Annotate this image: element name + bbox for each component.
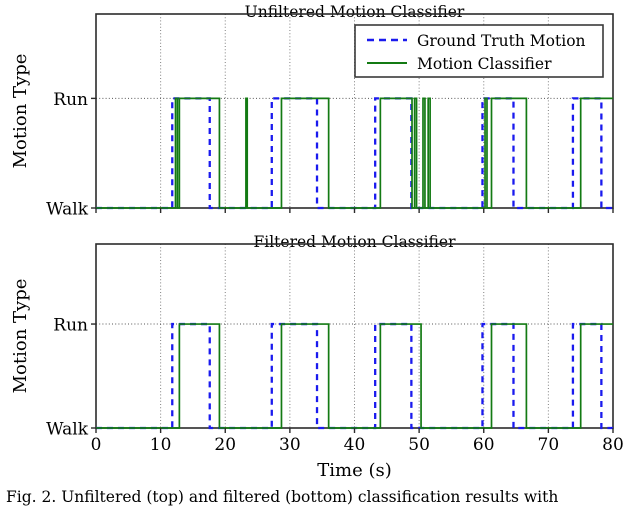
- figure-caption: Fig. 2. Unfiltered (top) and filtered (b…: [6, 488, 559, 506]
- xtick-label-70: 70: [538, 435, 560, 455]
- figure-caption-container: Fig. 2. Unfiltered (top) and filtered (b…: [0, 488, 640, 510]
- legend-label-ground-truth: Ground Truth Motion: [417, 32, 586, 50]
- ytick-label-walk: Walk: [46, 420, 89, 440]
- xtick-label-60: 60: [473, 435, 495, 455]
- panel-filtered: Filtered Motion Classifier Run Walk0 10 20 30…: [10, 233, 624, 481]
- y-axis-label-unfiltered: Motion Type: [10, 54, 31, 169]
- figure-container: Unfiltered Motion Classifier Run Walk Motio…: [0, 0, 640, 510]
- panel-title-filtered: Filtered Motion Classifier: [254, 233, 457, 251]
- xtick-label-40: 40: [344, 435, 366, 455]
- xtick-label-10: 10: [150, 435, 172, 455]
- xtick-label-0: 0: [91, 435, 102, 455]
- legend: Ground Truth Motion Motion Classifier: [354, 24, 604, 78]
- ytick-label-walk: Walk: [46, 200, 89, 220]
- series-classifier: [96, 97, 613, 209]
- y-axis-label-filtered: Motion Type: [10, 279, 31, 394]
- ytick-label-run: Run: [53, 90, 88, 110]
- xtick-label-80: 80: [602, 435, 624, 455]
- ytick-label-run: Run: [53, 316, 88, 336]
- x-axis-label: Time (s): [317, 460, 392, 481]
- xtick-label-30: 30: [279, 435, 301, 455]
- motion-classifier-figure: Unfiltered Motion Classifier Run Walk Motio…: [10, 3, 624, 481]
- plot-frame-filtered: [95, 243, 614, 429]
- legend-label-classifier: Motion Classifier: [417, 55, 552, 73]
- series-ground-truth: [96, 97, 613, 210]
- xtick-label-20: 20: [214, 435, 236, 455]
- panel-title-unfiltered: Unfiltered Motion Classifier: [245, 3, 465, 21]
- xtick-label-50: 50: [408, 435, 430, 455]
